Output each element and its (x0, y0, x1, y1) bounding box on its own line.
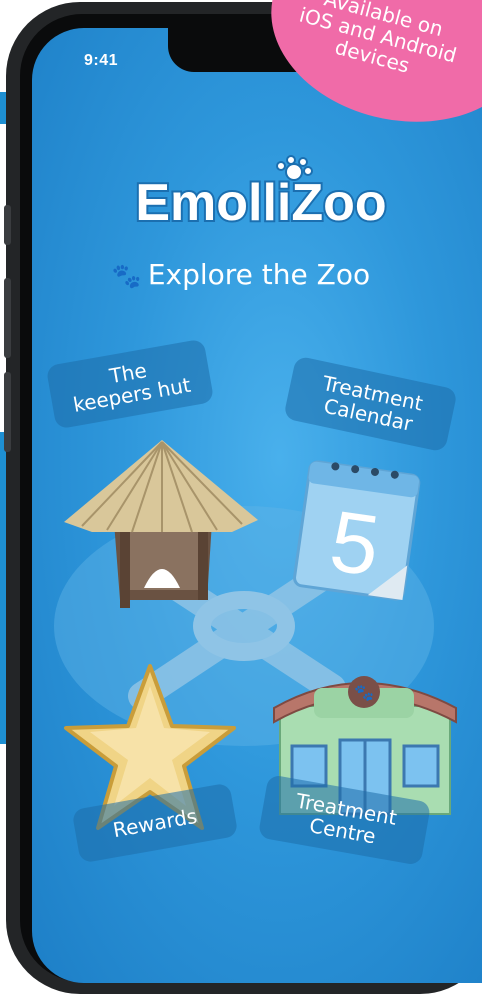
hut-icon[interactable] (62, 440, 262, 620)
subtitle-text: Explore the Zoo (147, 258, 371, 291)
calendar-icon[interactable]: 5 (282, 448, 432, 608)
logo-svg: EmolliZoo (133, 155, 389, 234)
app-logo: EmolliZoo (0, 155, 482, 244)
paw-icon: 🐾 (111, 262, 142, 290)
logo-text: EmolliZoo (135, 174, 386, 232)
volume-down-button (4, 372, 11, 452)
status-time: 9:41 (84, 52, 119, 69)
explore-subtitle: 🐾 Explore the Zoo (0, 258, 482, 291)
svg-text:🐾: 🐾 (354, 683, 374, 702)
